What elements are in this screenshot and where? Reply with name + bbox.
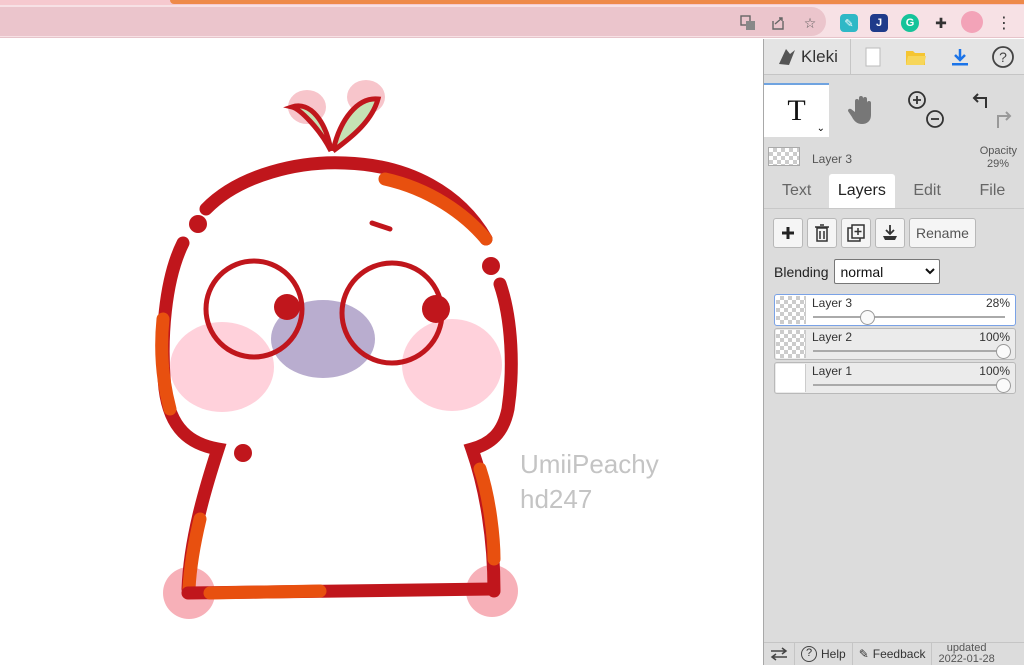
layer-name: Layer 3 bbox=[812, 296, 853, 310]
plus-icon bbox=[782, 227, 794, 239]
merge-down-button[interactable] bbox=[875, 218, 905, 248]
trash-icon bbox=[815, 224, 829, 242]
watermark-line1: UmiiPeachy bbox=[520, 449, 659, 479]
profile-avatar[interactable] bbox=[961, 11, 983, 33]
share-icon[interactable] bbox=[769, 14, 787, 32]
undo-icon[interactable] bbox=[972, 93, 987, 108]
zoom-out-icon[interactable] bbox=[925, 110, 944, 128]
translate-icon[interactable] bbox=[739, 14, 757, 32]
star-icon[interactable]: ☆ bbox=[801, 14, 819, 32]
address-bar[interactable] bbox=[0, 7, 826, 36]
feedback-label: Feedback bbox=[872, 647, 926, 661]
merge-down-icon bbox=[883, 225, 897, 240]
puzzle-icon[interactable]: ✚ bbox=[932, 14, 950, 32]
current-layer-thumbnail bbox=[768, 147, 800, 166]
grammarly-icon[interactable]: G bbox=[901, 14, 919, 32]
rename-layer-button[interactable]: Rename bbox=[909, 218, 976, 248]
layer-buttons: Rename bbox=[773, 218, 976, 248]
swap-icon bbox=[770, 647, 788, 661]
drawing-canvas[interactable]: UmiiPeachy hd247 bbox=[0, 39, 763, 665]
layer-opacity-slider[interactable] bbox=[813, 316, 1005, 318]
layer-opacity-slider[interactable] bbox=[813, 384, 1005, 386]
layer-item-1[interactable]: Layer 1 100% bbox=[774, 362, 1016, 394]
delete-layer-button[interactable] bbox=[807, 218, 837, 248]
svg-text:?: ? bbox=[999, 49, 1007, 65]
layer-opacity-knob[interactable] bbox=[859, 310, 875, 325]
opacity-label: Opacity bbox=[979, 145, 1017, 157]
current-layer-name: Layer 3 bbox=[812, 152, 853, 166]
open-folder-button[interactable] bbox=[895, 39, 938, 75]
layer-thumbnail bbox=[776, 364, 806, 392]
current-layer-info: Layer 3 Opacity 29% bbox=[764, 143, 1024, 171]
add-layer-button[interactable] bbox=[773, 218, 803, 248]
opacity-value: 29% bbox=[986, 158, 1009, 170]
browser-toolbar: ☆ ✎ J G ✚ ⋮ bbox=[0, 5, 1024, 38]
new-image-icon bbox=[865, 47, 881, 66]
tab-file[interactable]: File bbox=[960, 174, 1024, 208]
zoom-tool bbox=[894, 83, 959, 137]
extension-j-icon[interactable]: J bbox=[870, 14, 888, 32]
layer-name: Layer 2 bbox=[812, 330, 853, 344]
kleki-logo[interactable]: Kleki bbox=[764, 38, 852, 75]
layer-item-3[interactable]: Layer 3 28% bbox=[774, 294, 1016, 326]
active-tab[interactable] bbox=[170, 0, 1024, 4]
help-icon: ? bbox=[992, 45, 1015, 68]
layer-list: Layer 3 28% Layer 2 100% Layer 1 100% bbox=[774, 294, 1016, 396]
help-link[interactable]: ? Help bbox=[795, 642, 853, 665]
help-circle-icon: ? bbox=[801, 646, 817, 662]
text-tool-label: T bbox=[787, 94, 806, 127]
feedback-link[interactable]: ✎ Feedback bbox=[853, 642, 933, 665]
updated-date: 2022-01-28 bbox=[938, 653, 995, 665]
hand-icon bbox=[847, 96, 871, 124]
layer-opacity-knob[interactable] bbox=[995, 344, 1011, 359]
kleki-logo-icon bbox=[779, 48, 795, 65]
undo-redo-tool bbox=[959, 83, 1024, 137]
download-icon bbox=[951, 48, 968, 65]
zoom-in-icon[interactable] bbox=[907, 91, 926, 109]
tab-edit[interactable]: Edit bbox=[895, 174, 960, 208]
tab-layers[interactable]: Layers bbox=[829, 174, 895, 208]
updated-info[interactable]: updated 2022-01-28 bbox=[932, 643, 1000, 665]
hand-tool-button[interactable] bbox=[829, 83, 894, 137]
open-folder-icon bbox=[906, 50, 927, 65]
help-button[interactable]: ? bbox=[982, 39, 1024, 75]
swap-side-button[interactable] bbox=[764, 642, 795, 665]
character-drawing bbox=[155, 80, 518, 619]
new-image-button[interactable] bbox=[851, 39, 894, 75]
panel-top-bar: Kleki ? bbox=[764, 38, 1024, 75]
logo-text: Kleki bbox=[801, 46, 838, 66]
tool-row: T ⌄ bbox=[764, 83, 1024, 137]
layer-name: Layer 1 bbox=[812, 364, 853, 378]
layer-thumbnail bbox=[776, 296, 806, 324]
blending-value: normal bbox=[840, 263, 884, 280]
layer-opacity: 100% bbox=[979, 330, 1010, 344]
blending-row: Blending normal bbox=[774, 259, 940, 284]
layer-thumbnail bbox=[776, 330, 806, 358]
extension-feather-icon[interactable]: ✎ bbox=[840, 14, 858, 32]
blending-label: Blending bbox=[774, 263, 829, 280]
chevron-down-icon bbox=[924, 268, 935, 275]
layer-opacity-slider[interactable] bbox=[813, 350, 1005, 352]
duplicate-layer-button[interactable] bbox=[841, 218, 871, 248]
chevron-down-icon[interactable]: ⌄ bbox=[817, 123, 825, 134]
feedback-icon: ✎ bbox=[858, 647, 869, 661]
kleki-side-panel: Kleki ? T ⌄ Layer 3 Opacity 29% Text Lay… bbox=[763, 38, 1024, 665]
duplicate-icon bbox=[847, 224, 865, 242]
watermark-line2: hd247 bbox=[520, 484, 593, 514]
layer-item-2[interactable]: Layer 2 100% bbox=[774, 328, 1016, 360]
layer-opacity: 28% bbox=[985, 296, 1010, 310]
text-tool-button[interactable]: T ⌄ bbox=[764, 83, 829, 137]
help-label: Help bbox=[821, 647, 846, 661]
download-button[interactable] bbox=[938, 39, 981, 75]
layer-opacity: 100% bbox=[979, 364, 1010, 378]
panel-bottom-bar: ? Help ✎ Feedback updated 2022-01-28 bbox=[764, 642, 1024, 665]
layer-opacity-knob[interactable] bbox=[995, 378, 1011, 393]
redo-icon[interactable] bbox=[997, 111, 1012, 128]
more-icon[interactable]: ⋮ bbox=[995, 14, 1013, 32]
panel-tabs: Text Layers Edit File bbox=[764, 174, 1024, 209]
blending-select[interactable]: normal bbox=[833, 259, 940, 284]
tab-text[interactable]: Text bbox=[764, 174, 829, 208]
